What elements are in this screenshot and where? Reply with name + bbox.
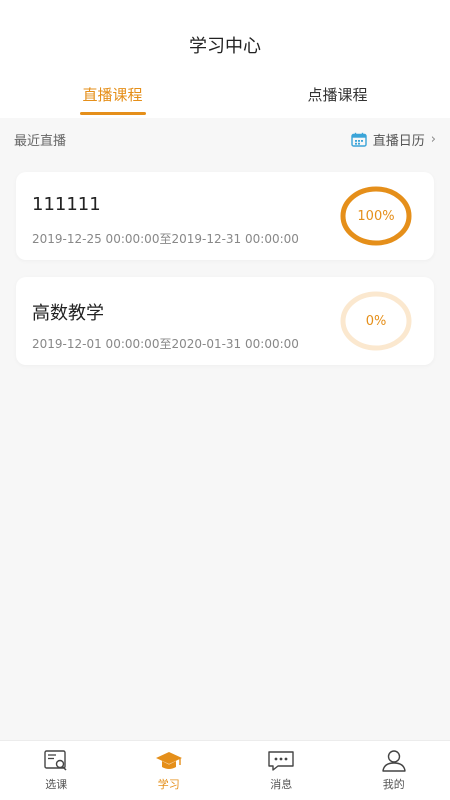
tabbar-label: 学习 <box>157 778 180 791</box>
progress-label: 0% <box>365 313 387 329</box>
calendar-icon <box>351 132 367 147</box>
course-title: 111111 <box>32 194 101 215</box>
progress-ring: 100% <box>340 186 412 246</box>
course-title: 高数教学 <box>32 303 104 324</box>
graduation-cap-icon <box>155 752 182 769</box>
live-calendar-link[interactable]: 直播日历 › <box>351 130 436 149</box>
chevron-right-icon: › <box>430 131 436 147</box>
bottom-tab-bar: 选课 学习 消息 我的 <box>0 740 450 800</box>
course-time: 2019-12-25 00:00:00至2019-12-31 00:00:00 <box>32 232 299 246</box>
tabbar-item-course-select[interactable]: 选课 <box>0 741 113 800</box>
course-select-icon <box>44 750 67 771</box>
tab-live-courses[interactable]: 直播课程 <box>0 70 225 118</box>
message-icon <box>268 751 294 771</box>
progress-ring: 0% <box>340 291 412 351</box>
tabbar-item-messages[interactable]: 消息 <box>225 741 338 800</box>
tabbar-item-me[interactable]: 我的 <box>338 741 450 800</box>
course-card[interactable]: 高数教学 2019-12-01 00:00:00至2020-01-31 00:0… <box>16 277 434 365</box>
user-icon <box>382 750 406 772</box>
active-tab-indicator <box>79 112 146 115</box>
section-bar: 最近直播 直播日历 › <box>0 118 450 160</box>
tabbar-label: 消息 <box>270 778 293 791</box>
page-title: 学习中心 <box>189 36 261 57</box>
course-type-tabs: 直播课程 点播课程 <box>0 70 450 118</box>
app-header: 学习中心 <box>0 0 450 70</box>
tabbar-item-study[interactable]: 学习 <box>113 741 226 800</box>
tabbar-label: 我的 <box>382 778 405 791</box>
progress-label: 100% <box>357 208 395 224</box>
course-card[interactable]: 111111 2019-12-25 00:00:00至2019-12-31 00… <box>16 172 434 260</box>
tab-vod-courses[interactable]: 点播课程 <box>225 70 450 118</box>
tab-label: 直播课程 <box>82 85 143 104</box>
section-label: 最近直播 <box>14 133 67 149</box>
calendar-label: 直播日历 <box>372 133 425 149</box>
tabbar-label: 选课 <box>45 778 68 791</box>
course-time: 2019-12-01 00:00:00至2020-01-31 00:00:00 <box>32 337 299 351</box>
tab-label: 点播课程 <box>307 85 368 104</box>
